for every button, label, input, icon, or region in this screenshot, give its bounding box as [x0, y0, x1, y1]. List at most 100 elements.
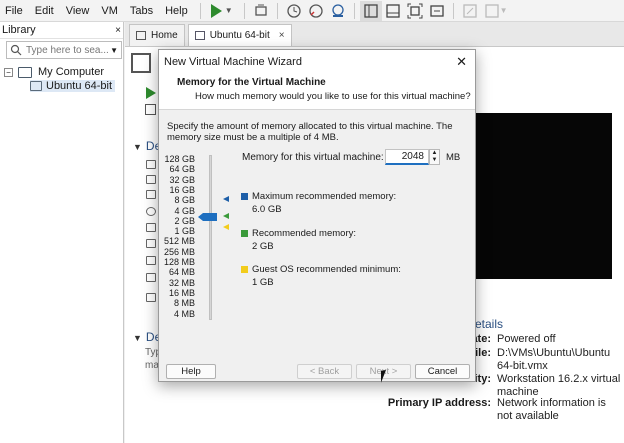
wizard-page-subtitle: How much memory would you like to use fo… [195, 91, 471, 102]
tab-ubuntu[interactable]: Ubuntu 64-bit × [187, 24, 292, 46]
fullscreen-icon[interactable] [404, 1, 426, 21]
network-adapter-icon [146, 223, 156, 232]
library-close-icon[interactable]: × [115, 25, 121, 36]
memory-stepper[interactable]: ▲ ▼ [429, 149, 440, 165]
scale-label: 32 MB [168, 277, 195, 288]
power-dropdown-icon[interactable]: ▼ [225, 6, 233, 15]
recommended-swatch [241, 230, 248, 237]
snapshot-manager-icon[interactable] [327, 1, 349, 21]
menu-edit[interactable]: Edit [30, 0, 61, 22]
library-search-input[interactable]: Type here to sea... ▼ [6, 41, 122, 59]
menu-vm[interactable]: VM [96, 0, 125, 22]
snapshot-icon[interactable] [283, 1, 305, 21]
tab-close-icon[interactable]: × [279, 30, 285, 41]
scale-label: 64 GB [169, 164, 195, 175]
tab-label: Home [151, 30, 178, 41]
scale-label: 1 GB [174, 226, 195, 237]
usb-controller-icon [146, 239, 156, 248]
max-recommended-label: Maximum recommended memory: [252, 191, 397, 202]
toolbar-separator [276, 2, 278, 19]
memory-scale: 128 GB 64 GB 32 GB 16 GB 8 GB 4 GB 2 GB … [159, 154, 195, 324]
library-panel: Library × Type here to sea... ▼ − My Com… [0, 22, 124, 443]
tree-collapse-icon[interactable]: − [4, 67, 13, 77]
description-text: ma [145, 360, 159, 371]
unity-view-icon[interactable] [382, 1, 404, 21]
tree-item-label: My Computer [38, 66, 105, 78]
stepper-up-icon[interactable]: ▲ [430, 150, 439, 157]
scale-label: 512 MB [163, 236, 195, 247]
scale-label: 32 GB [169, 174, 195, 185]
processor-icon [146, 175, 156, 184]
menu-tabs[interactable]: Tabs [125, 0, 160, 22]
library-title: Library [0, 22, 123, 39]
wizard-page-title: Memory for the Virtual Machine [177, 77, 326, 88]
recommended-value: 2 GB [252, 241, 274, 252]
console-view-icon[interactable] [359, 0, 382, 21]
printer-icon [146, 273, 156, 282]
menu-help[interactable]: Help [160, 0, 195, 22]
scale-label: 8 GB [174, 195, 195, 206]
menu-view[interactable]: View [61, 0, 97, 22]
cancel-button[interactable]: Cancel [415, 364, 470, 379]
revert-snapshot-icon[interactable] [305, 1, 327, 21]
power-on-vm-icon[interactable] [146, 87, 156, 99]
vm-screen-preview[interactable] [474, 113, 612, 279]
memory-icon [146, 160, 156, 169]
toolbar-separator [353, 2, 355, 19]
edit-settings-icon[interactable] [145, 104, 156, 115]
close-icon[interactable]: ✕ [456, 54, 467, 70]
recommended-label: Recommended memory: [252, 228, 357, 239]
search-icon [10, 44, 22, 56]
stretch-icon[interactable] [426, 1, 448, 21]
tab-bar: Home Ubuntu 64-bit × [125, 22, 624, 47]
disabled-view-icon [459, 1, 481, 21]
tree-item-label: Ubuntu 64-bit [46, 80, 113, 92]
vm-icon [30, 81, 42, 91]
memory-unit-label: MB [446, 152, 461, 163]
scale-label: 8 MB [173, 298, 195, 309]
detail-state-value: Powered off [497, 333, 556, 345]
view-dropdown-icon: ▼ [499, 6, 508, 15]
new-vm-wizard-dialog: New Virtual Machine Wizard ✕ Memory for … [158, 49, 476, 383]
vm-icon [194, 31, 205, 40]
scale-label: 4 MB [173, 308, 195, 319]
dialog-title-bar[interactable]: New Virtual Machine Wizard ✕ [159, 50, 475, 74]
max-recommended-value: 6.0 GB [252, 204, 282, 215]
dialog-title: New Virtual Machine Wizard [164, 56, 302, 68]
send-keys-icon[interactable] [250, 1, 272, 21]
memory-size-input[interactable]: 2048 [385, 149, 429, 165]
tab-label: Ubuntu 64-bit [209, 30, 270, 41]
tree-item-ubuntu[interactable]: Ubuntu 64-bit [30, 80, 116, 92]
guest-minimum-swatch [241, 266, 248, 273]
memory-slider-track[interactable] [209, 155, 212, 320]
toolbar-separator [452, 2, 454, 19]
tab-home[interactable]: Home [129, 24, 185, 46]
detail-ip-label: Primary IP address: [387, 397, 491, 409]
hard-disk-icon [146, 190, 156, 199]
back-button[interactable]: < Back [297, 364, 352, 379]
cd-dvd-icon [146, 207, 156, 216]
scale-label: 16 GB [169, 184, 195, 195]
scale-label: 2 GB [174, 215, 195, 226]
detail-ip-value: Network information is not available [497, 397, 606, 422]
guest-minimum-label: Guest OS recommended minimum: [252, 264, 401, 275]
detail-compatibility-value: Workstation 16.2.x virtual machine [497, 373, 621, 398]
scale-label: 4 GB [174, 205, 195, 216]
vm-details-header: etails [475, 317, 504, 331]
scale-label: 64 MB [168, 267, 195, 278]
scale-label: 128 MB [163, 257, 195, 267]
memory-field-label: Memory for this virtual machine: [242, 152, 384, 163]
search-dropdown-icon[interactable]: ▼ [110, 46, 118, 55]
menu-file[interactable]: File [0, 0, 30, 22]
search-placeholder: Type here to sea... [26, 44, 109, 56]
max-recommended-marker-icon [223, 196, 229, 202]
stepper-down-icon[interactable]: ▼ [430, 157, 439, 164]
memory-slider-thumb[interactable] [198, 213, 217, 221]
scale-label: 16 MB [168, 287, 195, 298]
scale-label: 256 MB [163, 246, 195, 257]
home-icon [136, 31, 146, 40]
scale-label: 128 GB [164, 154, 195, 164]
tree-item-my-computer[interactable]: − My Computer [4, 66, 104, 78]
help-button[interactable]: Help [166, 364, 216, 379]
toolbar-separator [243, 2, 245, 19]
